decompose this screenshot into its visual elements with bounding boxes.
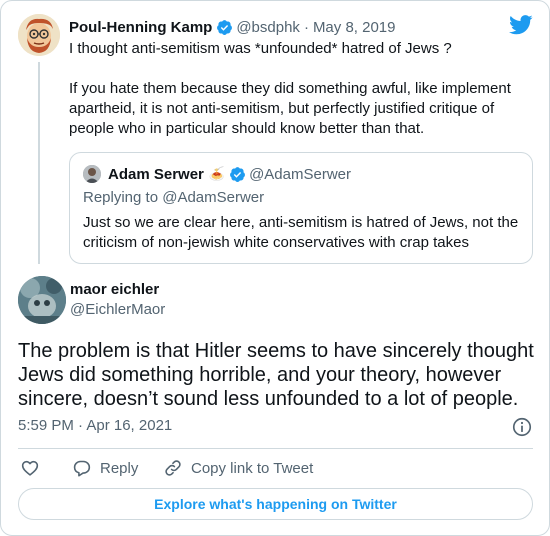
heart-icon: [21, 460, 39, 476]
verified-badge-icon: [217, 19, 233, 35]
quoted-tweet-text: Just so we are clear here, anti-semitism…: [83, 214, 519, 251]
copy-link-button[interactable]: Copy link to Tweet: [163, 457, 313, 479]
link-icon: [165, 460, 181, 476]
copy-link-label: Copy link to Tweet: [191, 459, 314, 477]
avatar-adam-serwer: [83, 165, 101, 183]
reply-button[interactable]: Reply: [72, 457, 138, 479]
twitter-bird-icon[interactable]: [509, 15, 533, 35]
person-photo-icon: [83, 165, 101, 183]
explore-twitter-button[interactable]: Explore what's happening on Twitter: [18, 488, 533, 520]
quoted-tweet-header: Adam Serwer 🍝 @AdamSerwer: [108, 164, 351, 184]
main-author-handle[interactable]: @EichlerMaor: [70, 301, 165, 318]
quoted-author-name: Adam Serwer: [108, 165, 204, 183]
replying-to-label: Replying to @AdamSerwer: [83, 189, 265, 206]
quoted-author-handle: @AdamSerwer: [249, 165, 351, 183]
thread-connector-line: [38, 62, 40, 264]
like-button[interactable]: [20, 457, 40, 479]
cartoon-face-icon: [18, 14, 60, 56]
verified-badge-icon: [230, 166, 245, 182]
parent-tweet-header: Poul-Henning Kamp @bsdphk · May 8, 2019: [69, 17, 396, 37]
parent-tweet-text: I thought anti-semitism was *unfounded* …: [69, 39, 529, 139]
profile-photo-icon: [18, 276, 66, 324]
parent-tweet-date[interactable]: May 8, 2019: [313, 19, 396, 36]
main-author-name[interactable]: maor eichler: [70, 281, 159, 298]
reply-label: Reply: [100, 459, 139, 477]
parent-author-handle[interactable]: @bsdphk: [236, 19, 300, 36]
separator-dot: ·: [303, 18, 309, 36]
avatar-poul-henning-kamp[interactable]: [18, 14, 60, 56]
main-tweet-text: The problem is that Hitler seems to have…: [18, 340, 534, 410]
info-icon[interactable]: [511, 416, 533, 438]
avatar-maor-eichler[interactable]: [18, 276, 66, 324]
divider: [18, 448, 533, 449]
embedded-tweet-card: Poul-Henning Kamp @bsdphk · May 8, 2019 …: [0, 0, 550, 536]
parent-author-name[interactable]: Poul-Henning Kamp: [69, 19, 212, 36]
quoted-tweet[interactable]: Adam Serwer 🍝 @AdamSerwer Replying to @A…: [69, 152, 533, 264]
spaghetti-emoji: 🍝: [208, 166, 226, 181]
parent-tweet-paragraph: I thought anti-semitism was *unfounded* …: [69, 40, 452, 57]
speech-bubble-icon: [73, 460, 91, 477]
tweet-timestamp[interactable]: 5:59 PM · Apr 16, 2021: [18, 417, 172, 434]
parent-tweet-paragraph: If you hate them because they did someth…: [69, 80, 511, 137]
